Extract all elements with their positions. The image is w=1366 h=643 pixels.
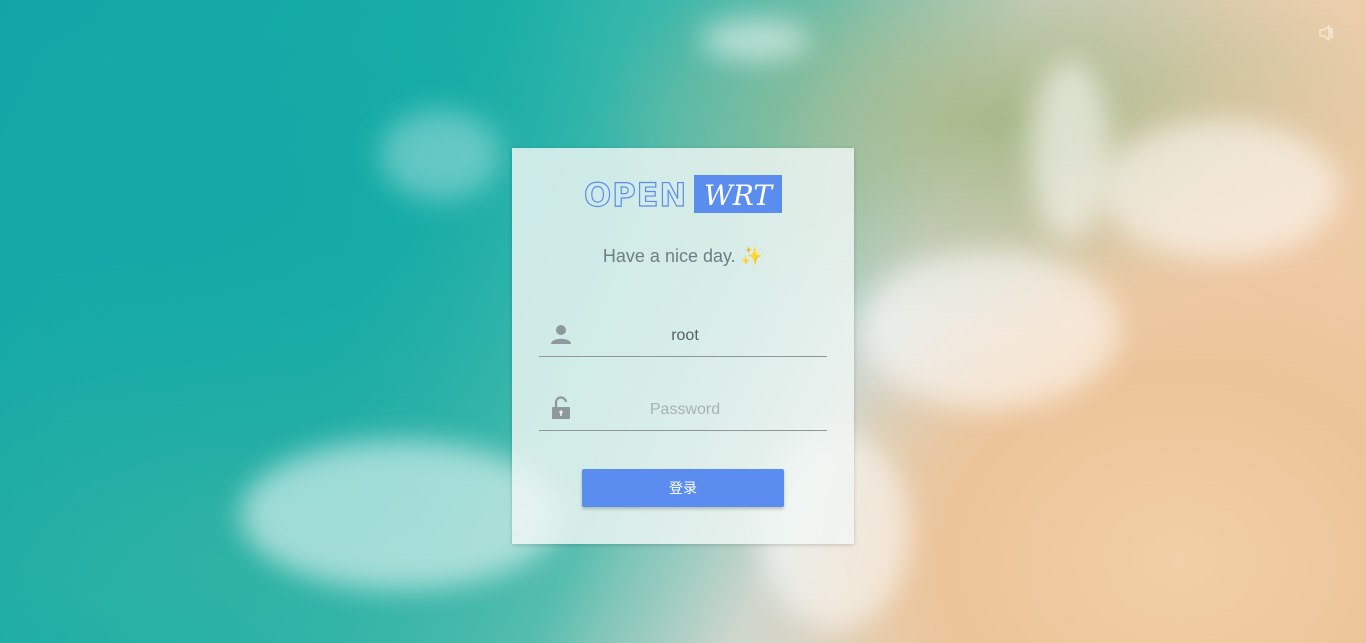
mute-icon[interactable] [1318,24,1336,42]
foam-patch [700,20,810,60]
foam-patch [860,250,1120,410]
password-input[interactable] [579,394,791,426]
username-input[interactable] [579,320,791,352]
foam-patch [1030,60,1110,240]
login-button[interactable]: 登录 [582,469,784,507]
password-field [539,390,827,431]
username-field [539,316,827,357]
foam-patch [380,110,500,200]
greeting-text: Have a nice day. ✨ [512,246,854,267]
logo-open-text: OPEN [584,176,687,214]
openwrt-logo: OPEN WRT [584,175,782,214]
logo-wrt-text: WRT [704,179,774,212]
login-card: OPEN WRT Have a nice day. ✨ 登录 [512,148,854,544]
greeting-message: Have a nice day. [602,246,736,266]
user-icon [551,325,571,344]
unlock-icon [552,396,570,419]
foam-patch [1100,120,1340,260]
sparkle-emoji: ✨ [740,246,764,266]
